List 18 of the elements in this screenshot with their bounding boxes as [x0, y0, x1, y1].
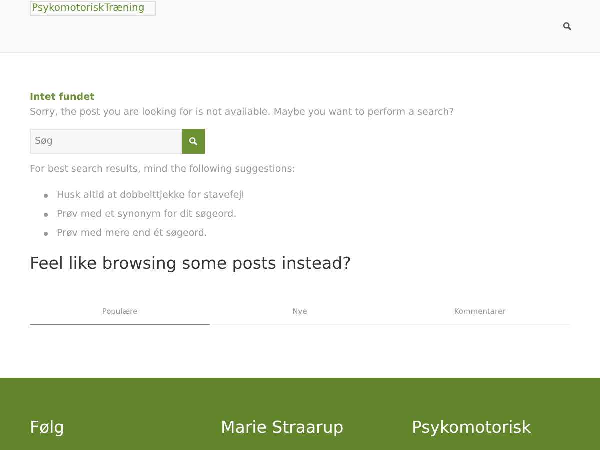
- suggestion-text: Prøv med mere end ét søgeord.: [57, 228, 208, 239]
- suggestions-intro: For best search results, mind the following suggestions:: [30, 163, 296, 177]
- search-icon: [189, 137, 198, 146]
- search-button[interactable]: [182, 129, 205, 154]
- bullet-icon: [44, 212, 48, 216]
- notice-text: Sorry, the post you are looking for is not available. Maybe you want to perform a search?: [30, 106, 456, 120]
- bullet-icon: [44, 194, 48, 198]
- suggestion-text: Husk altid at dobbelttjekke for stavefejl: [57, 190, 244, 201]
- notice-title: Intet fundet: [30, 91, 96, 105]
- bullet-icon: [44, 232, 48, 236]
- browse-heading: Feel like browsing some posts instead?: [30, 253, 352, 275]
- footer-heading: Marie Straarup: [221, 418, 345, 439]
- search-icon[interactable]: [563, 22, 572, 31]
- footer-heading: Følg: [30, 418, 66, 439]
- site-logo[interactable]: PsykomotoriskTræning: [30, 1, 156, 16]
- search-field[interactable]: Søg: [30, 129, 182, 154]
- suggestion-text: Prøv med et synonym for dit søgeord.: [57, 209, 237, 220]
- footer-heading: Psykomotorisk: [412, 418, 532, 439]
